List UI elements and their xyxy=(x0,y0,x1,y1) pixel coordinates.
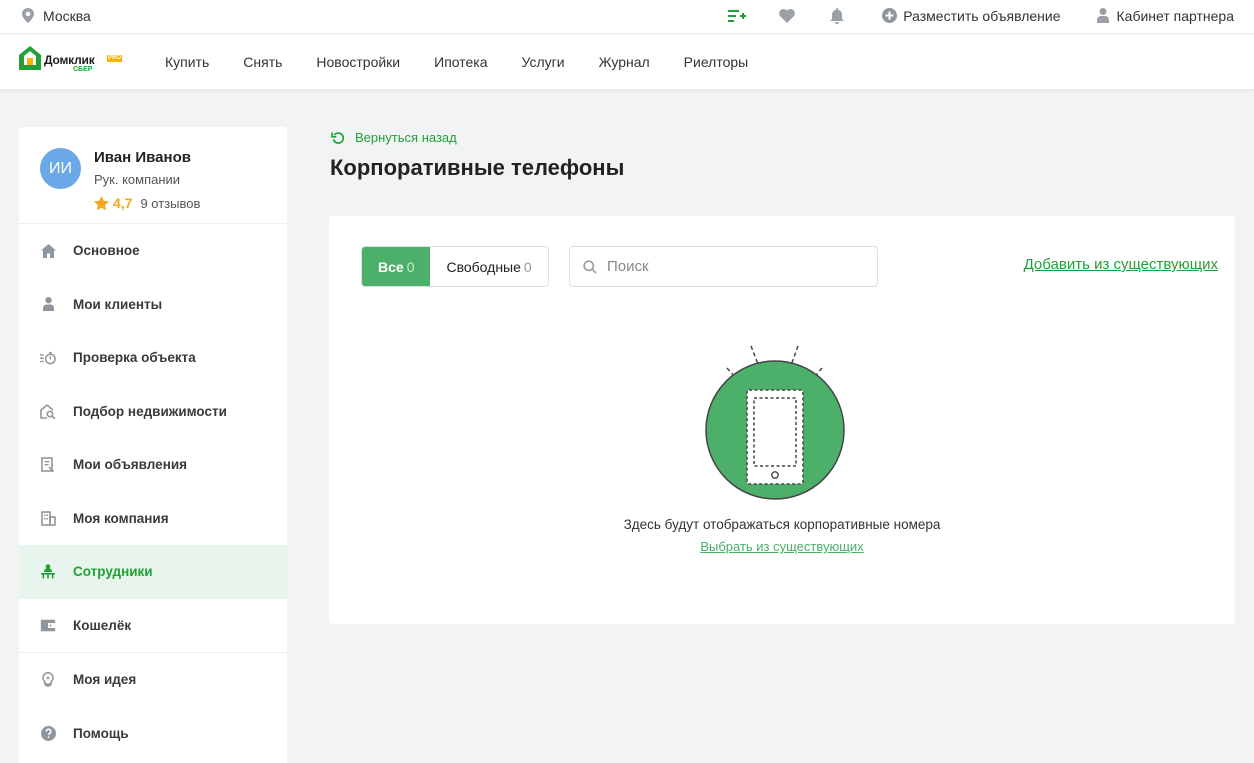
page-title: Корпоративные телефоны xyxy=(330,155,625,180)
help-icon xyxy=(40,725,56,741)
sidebar-item-label: Мои объявления xyxy=(73,457,188,473)
search-input[interactable]: Поиск xyxy=(569,246,878,287)
empty-phone-illustration xyxy=(705,345,845,500)
wallet-icon xyxy=(40,617,56,633)
sidebar-item-label: Мои клиенты xyxy=(73,296,163,312)
partner-cabinet-link[interactable]: Кабинет партнера xyxy=(1093,6,1234,26)
sidebar-item-label: Моя идея xyxy=(73,672,137,688)
house-search-icon xyxy=(40,403,56,419)
city-selector[interactable]: Москва xyxy=(22,0,91,31)
nav-item-buy[interactable]: Купить xyxy=(165,54,209,70)
sidebar-item-property-search[interactable]: Подбор недвижимости xyxy=(19,385,287,439)
profile-role: Рук. компании xyxy=(94,172,181,187)
sidebar-item-employees[interactable]: Сотрудники xyxy=(19,545,287,599)
home-icon xyxy=(40,243,56,259)
choose-existing-label[interactable]: Выбрать из существующих xyxy=(700,539,863,554)
search-placeholder: Поиск xyxy=(607,258,649,275)
phones-card: Все 0 Свободные 0 Поиск Добавить из суще… xyxy=(329,216,1235,624)
sidebar-item-clients[interactable]: Мои клиенты xyxy=(19,278,287,332)
empty-state-text: Здесь будут отображаться корпоративные н… xyxy=(623,517,941,532)
notifications-bell-icon[interactable] xyxy=(827,6,847,26)
sidebar-item-my-ads[interactable]: Мои объявления xyxy=(19,438,287,492)
back-arrow-icon xyxy=(331,131,345,144)
logo-pro-badge: PRO xyxy=(107,55,123,62)
sidebar-item-label: Моя компания xyxy=(73,510,169,526)
building-icon xyxy=(40,510,56,526)
profile-name: Иван Иванов xyxy=(94,149,191,166)
person-icon xyxy=(40,296,56,312)
back-link[interactable]: Вернуться назад xyxy=(331,130,457,145)
post-ad-link[interactable]: Разместить объявление xyxy=(879,6,1061,26)
city-name: Москва xyxy=(43,7,91,24)
main-nav: Домклик PRO СБЕР Купить Снять Новостройк… xyxy=(0,35,1254,89)
plus-circle-icon xyxy=(879,6,899,26)
logo-house-icon xyxy=(19,46,41,70)
nav-item-journal[interactable]: Журнал xyxy=(599,54,650,70)
add-from-existing-link[interactable]: Добавить из существующих xyxy=(1024,256,1218,273)
choose-existing-link: Выбрать из существующих xyxy=(329,539,1235,554)
top-bar: Москва Разместить объявление Кабинет пар… xyxy=(0,0,1254,34)
idea-icon xyxy=(40,672,56,688)
employees-icon xyxy=(40,564,56,580)
sidebar-item-my-idea[interactable]: Моя идея xyxy=(19,653,287,707)
sidebar: ИИ Иван Иванов Рук. компании 4,7 9 отзыв… xyxy=(19,127,287,763)
filter-all-count: 0 xyxy=(406,258,415,275)
nav-item-realtors[interactable]: Риелторы xyxy=(684,54,749,70)
profile-card: ИИ Иван Иванов Рук. компании 4,7 9 отзыв… xyxy=(19,127,287,224)
partner-cabinet-label: Кабинет партнера xyxy=(1116,7,1234,24)
logo-text: Домклик xyxy=(44,53,95,67)
search-icon xyxy=(583,259,597,274)
star-icon xyxy=(94,196,109,210)
filter-free-count: 0 xyxy=(523,258,532,275)
sidebar-item-object-check[interactable]: Проверка объекта xyxy=(19,331,287,385)
compare-list-icon[interactable] xyxy=(727,6,747,26)
rating-value: 4,7 xyxy=(113,195,133,211)
logo-sber-text: СБЕР xyxy=(73,66,93,73)
sidebar-item-label: Сотрудники xyxy=(73,564,153,580)
nav-item-services[interactable]: Услуги xyxy=(522,54,565,70)
domclick-logo[interactable]: Домклик PRO СБЕР xyxy=(19,46,123,76)
filter-free-button[interactable]: Свободные 0 xyxy=(430,247,548,286)
profile-rating: 4,7 9 отзывов xyxy=(94,195,200,211)
sidebar-item-label: Основное xyxy=(73,243,140,259)
filter-free-label: Свободные xyxy=(446,258,521,275)
sidebar-item-help[interactable]: Помощь xyxy=(19,707,287,761)
favorites-heart-icon[interactable] xyxy=(777,6,797,26)
avatar[interactable]: ИИ xyxy=(40,148,81,189)
sidebar-item-wallet[interactable]: Кошелёк xyxy=(19,599,287,653)
check-timer-icon xyxy=(40,350,56,366)
back-label: Вернуться назад xyxy=(355,130,457,145)
nav-item-rent[interactable]: Снять xyxy=(243,54,282,70)
sidebar-item-my-company[interactable]: Моя компания xyxy=(19,492,287,546)
ads-icon xyxy=(40,457,56,473)
filter-all-button[interactable]: Все 0 xyxy=(362,247,431,286)
phone-filter: Все 0 Свободные 0 xyxy=(361,246,549,287)
post-ad-label: Разместить объявление xyxy=(903,7,1061,24)
nav-item-mortgage[interactable]: Ипотека xyxy=(434,54,487,70)
sidebar-item-label: Проверка объекта xyxy=(73,350,196,366)
sidebar-item-label: Помощь xyxy=(73,725,129,741)
reviews-count[interactable]: 9 отзывов xyxy=(140,196,200,211)
location-pin-icon xyxy=(22,8,34,23)
filter-all-label: Все xyxy=(378,258,404,275)
sidebar-item-label: Подбор недвижимости xyxy=(73,403,227,419)
nav-item-new-buildings[interactable]: Новостройки xyxy=(316,54,400,70)
sidebar-item-main[interactable]: Основное xyxy=(19,224,287,278)
sidebar-item-label: Кошелёк xyxy=(73,617,132,633)
user-icon xyxy=(1093,6,1113,26)
